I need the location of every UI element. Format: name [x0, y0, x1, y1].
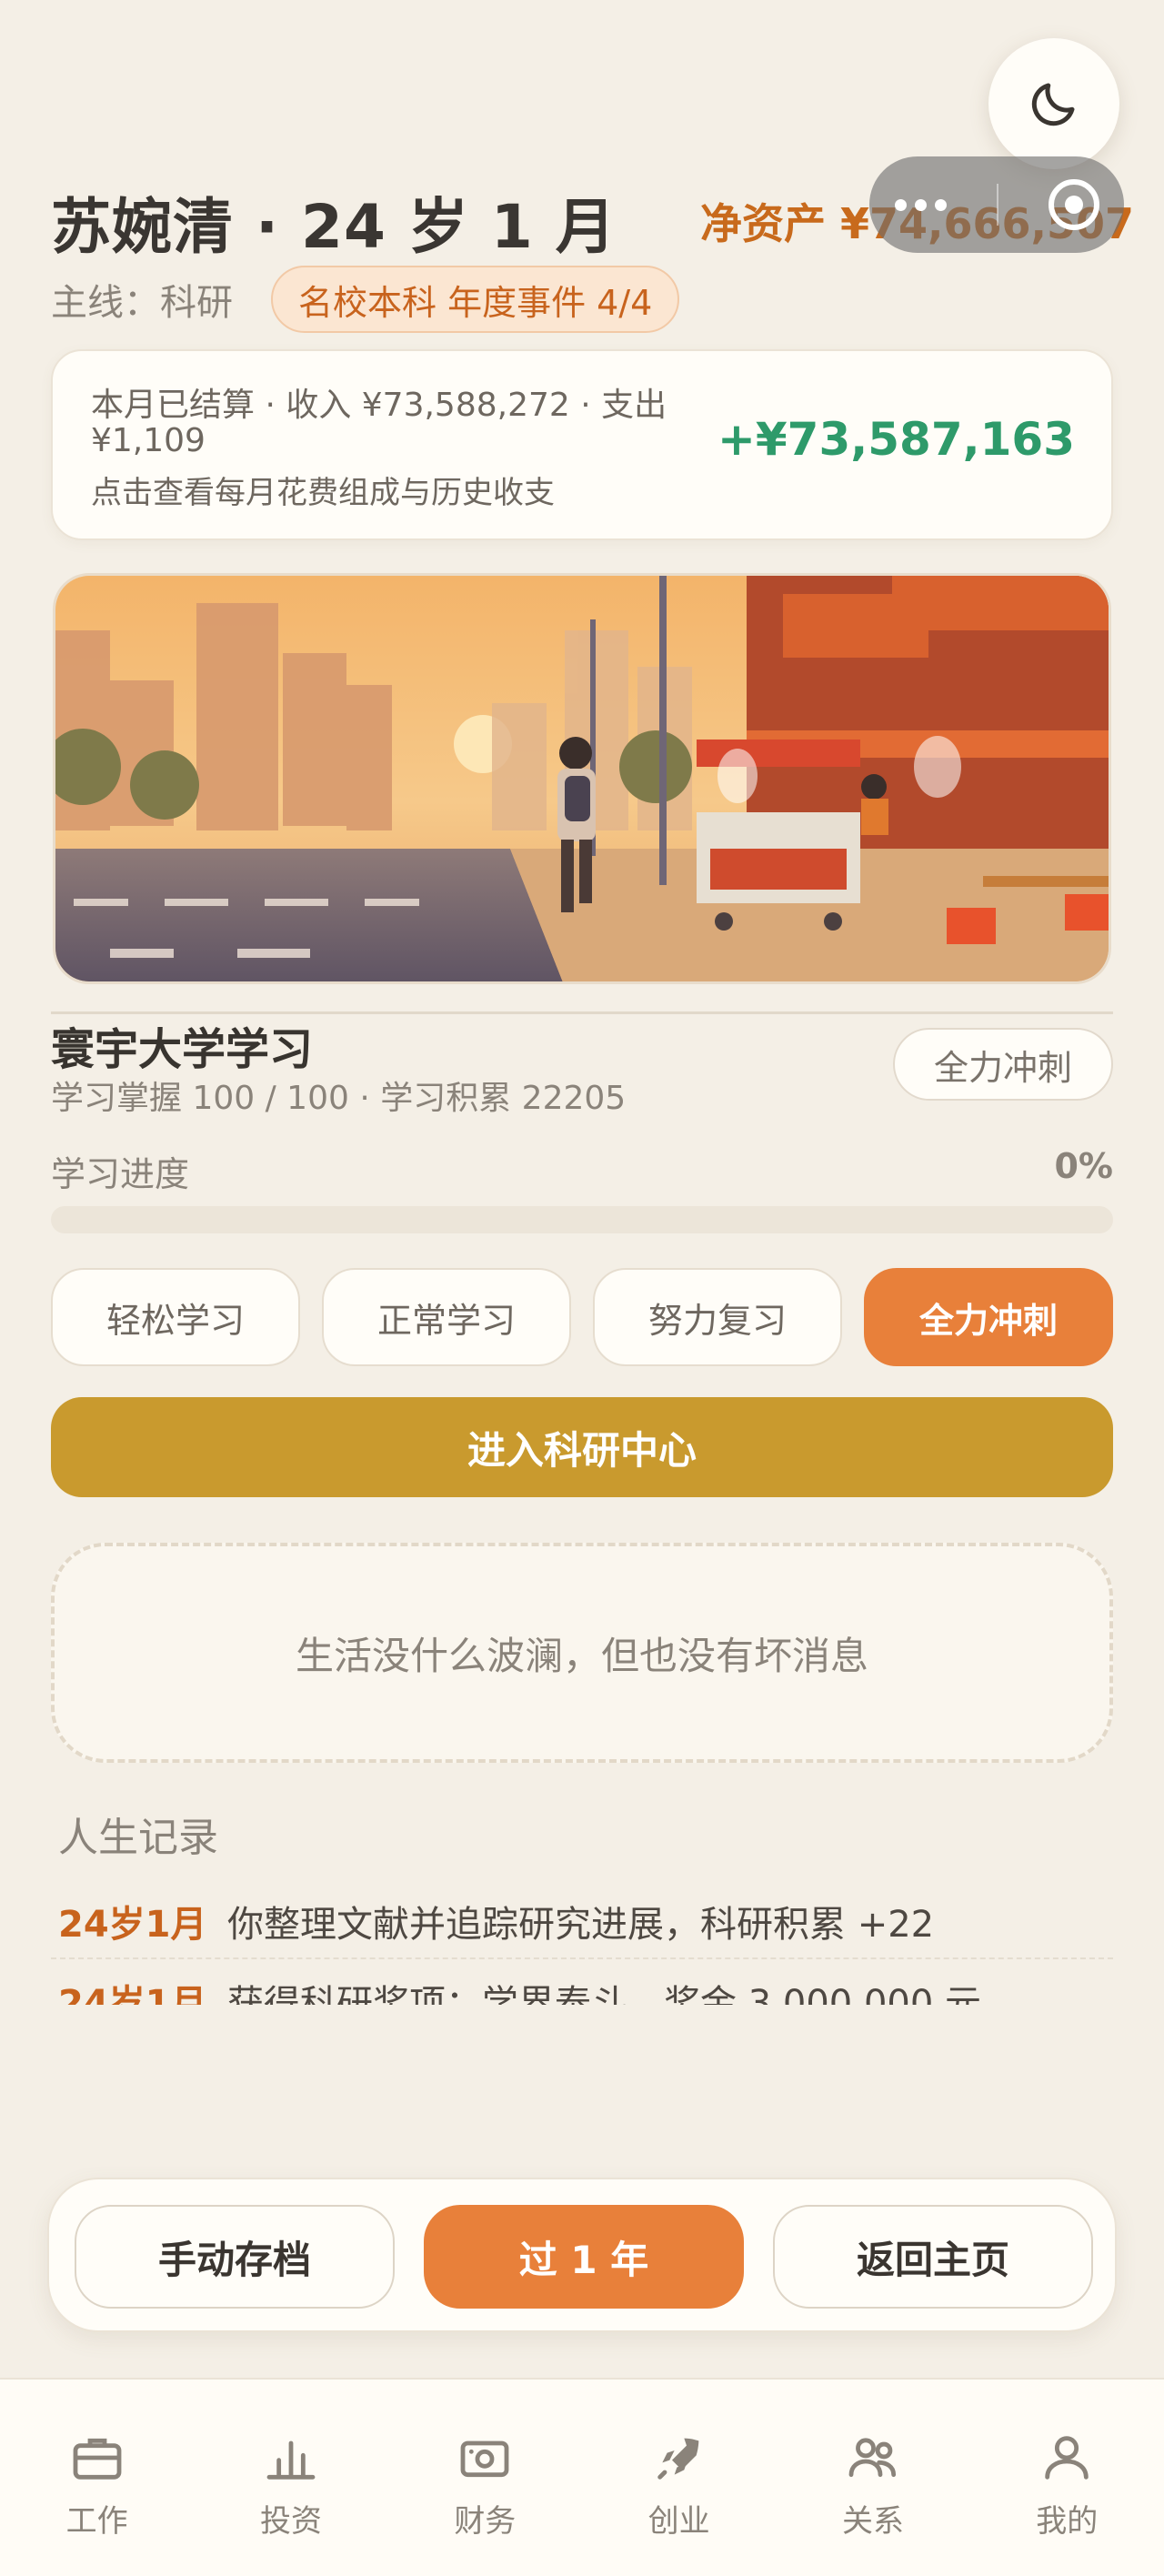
monthly-settlement-card[interactable]: 本月已结算 · 收入 ¥73,588,272 · 支出 ¥1,109 点击查看每…: [51, 349, 1113, 540]
close-target-icon[interactable]: [1048, 179, 1099, 230]
settlement-net: +¥73,587,163: [717, 413, 1075, 466]
tab-startup[interactable]: 创业: [582, 2380, 776, 2576]
records-list: 24岁1月 你整理文献并追踪研究进展，科研积累 +22 24岁1月 获得科研奖项…: [51, 1885, 1113, 2005]
mode-review-button[interactable]: 努力复习: [593, 1268, 842, 1366]
bar-chart-icon: [266, 2440, 316, 2480]
event-card: 生活没什么波澜，但也没有坏消息: [51, 1543, 1113, 1763]
briefcase-icon: [73, 2438, 122, 2480]
list-item: 24岁1月 你整理文献并追踪研究进展，科研积累 +22: [51, 1885, 1113, 1959]
progress-label: 学习进度: [51, 1154, 190, 1194]
settlement-expense: ¥1,109: [91, 422, 206, 459]
tab-work[interactable]: 工作: [0, 2380, 194, 2576]
next-year-button[interactable]: 过 1 年: [424, 2205, 744, 2309]
current-mode-badge: 全力冲刺: [893, 1028, 1113, 1101]
more-icon[interactable]: [894, 198, 947, 211]
school-name: 寰宇大学学习: [51, 1024, 314, 1075]
enter-research-center-button[interactable]: 进入科研中心: [51, 1397, 1113, 1497]
mode-relaxed-button[interactable]: 轻松学习: [51, 1268, 300, 1366]
page-title: 苏婉清 · 24 岁 1 月: [51, 192, 617, 262]
record-age: 24岁1月: [58, 1983, 207, 2005]
study-mode-selector: 轻松学习 正常学习 努力复习 全力冲刺: [51, 1268, 1113, 1366]
people-icon: [848, 2438, 897, 2478]
life-sim-page: 苏婉清 · 24 岁 1 月 净资产 ¥74,666,507 主线：科研 名校本…: [0, 0, 1164, 2576]
tab-label: 我的: [1036, 2503, 1099, 2540]
tab-label: 创业: [647, 2503, 710, 2540]
records-title: 人生记录: [58, 1815, 218, 1861]
event-message: 生活没什么波澜，但也没有坏消息: [295, 1633, 868, 1678]
tab-relations[interactable]: 关系: [776, 2380, 969, 2576]
settlement-summary: 本月已结算 · 收入 ¥73,588,272 · 支出: [91, 387, 667, 424]
dark-mode-toggle[interactable]: [988, 38, 1119, 169]
tab-mine[interactable]: 我的: [970, 2380, 1164, 2576]
progress-value: 0%: [1054, 1146, 1113, 1186]
study-stats: 学习掌握 100 / 100 · 学习积累 22205: [51, 1080, 627, 1117]
stage-badge: 名校本科 年度事件 4/4: [271, 266, 680, 333]
moon-icon: [1031, 83, 1075, 126]
mode-sprint-button[interactable]: 全力冲刺: [864, 1268, 1113, 1366]
tab-label: 财务: [454, 2503, 517, 2540]
settlement-hint: 点击查看每月花费组成与历史收支: [91, 475, 555, 511]
record-text: 获得科研奖项：学界泰斗，奖金 3,000,000 元: [227, 1983, 982, 2005]
miniprogram-capsule: [869, 156, 1124, 253]
mode-normal-button[interactable]: 正常学习: [322, 1268, 571, 1366]
tab-label: 关系: [841, 2503, 904, 2540]
return-home-button[interactable]: 返回主页: [773, 2205, 1093, 2309]
mainline-label: 主线：科研: [51, 282, 233, 324]
cash-icon: [460, 2440, 509, 2478]
scene-illustration: [53, 573, 1111, 984]
capsule-divider: [996, 184, 998, 226]
tab-label: 投资: [259, 2503, 322, 2540]
action-panel: 手动存档 过 1 年 返回主页: [47, 2178, 1117, 2332]
tab-invest[interactable]: 投资: [194, 2380, 387, 2576]
tab-finance[interactable]: 财务: [388, 2380, 582, 2576]
bottom-tab-bar: 工作 投资 财务 创业 关系 我的: [0, 2378, 1164, 2576]
list-item: 24岁1月 获得科研奖项：学界泰斗，奖金 3,000,000 元: [51, 1959, 1113, 2005]
record-text: 你整理文献并追踪研究进展，科研积累 +22: [227, 1904, 935, 1946]
study-progress-bar: [51, 1206, 1113, 1233]
tab-label: 工作: [65, 2503, 128, 2540]
rocket-icon: [657, 2438, 698, 2480]
user-icon: [1045, 2436, 1089, 2480]
manual-save-button[interactable]: 手动存档: [75, 2205, 395, 2309]
record-age: 24岁1月: [58, 1904, 207, 1946]
